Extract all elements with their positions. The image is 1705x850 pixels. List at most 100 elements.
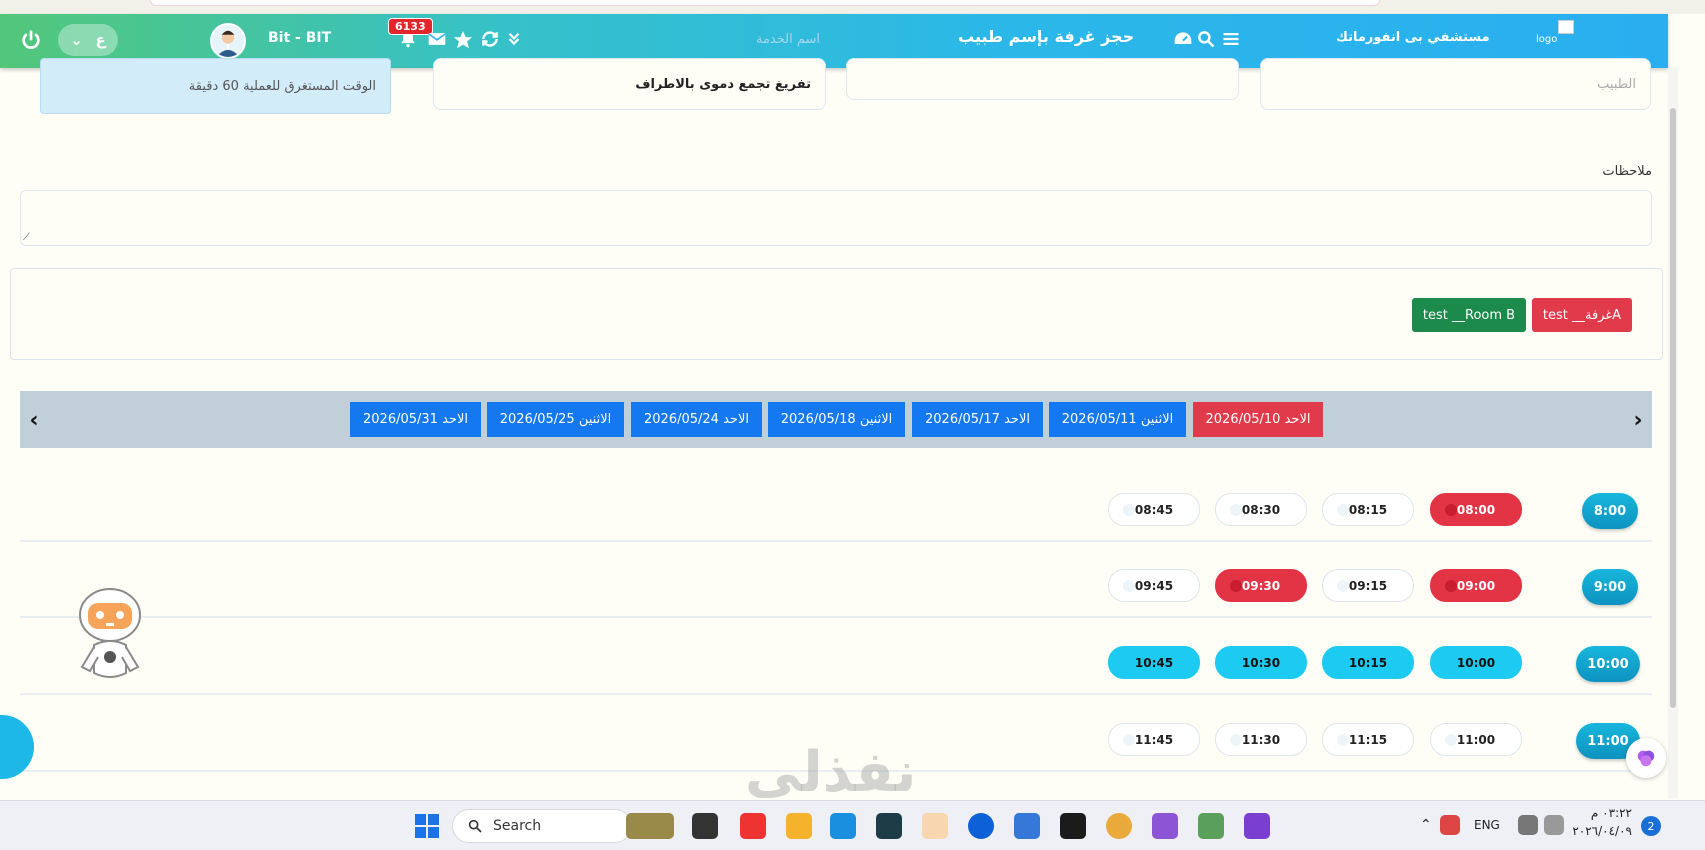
paint-icon[interactable]	[922, 813, 948, 839]
radio-icon	[1230, 734, 1242, 746]
menu-icon[interactable]	[1222, 29, 1244, 51]
double-chevron-down-icon[interactable]	[505, 29, 527, 51]
radio-icon	[1123, 580, 1135, 592]
search-icon[interactable]	[1196, 29, 1218, 51]
tray-chevron-up-icon[interactable]: ⌃	[1420, 817, 1432, 833]
time-slot[interactable]: 08:45	[1108, 493, 1200, 526]
date-button[interactable]: الاحد 2026/05/31	[350, 402, 481, 437]
chevron-left-icon[interactable]: ‹	[23, 408, 45, 433]
windows-start-icon[interactable]	[414, 813, 440, 839]
radio-icon	[1337, 504, 1349, 516]
tray-date[interactable]: ٢٠٢٦/٠٤/٠٩	[1572, 824, 1632, 838]
blank-field[interactable]	[846, 58, 1239, 100]
time-slot[interactable]: 08:30	[1215, 493, 1307, 526]
time-slot[interactable]: 10:45	[1108, 646, 1200, 679]
dashboard-icon[interactable]	[1172, 29, 1194, 51]
hour-label: 9:00	[1582, 569, 1638, 605]
user-name[interactable]: Bit - BIT	[268, 30, 331, 46]
date-button[interactable]: الاثنين 2026/05/18	[768, 402, 905, 437]
date-button[interactable]: الاحد 2026/05/24	[631, 402, 762, 437]
language-label: ع	[95, 31, 106, 49]
refresh-icon[interactable]	[480, 29, 502, 51]
time-slot[interactable]: 08:15	[1322, 493, 1414, 526]
task-view-icon[interactable]	[692, 813, 718, 839]
visual-studio-icon[interactable]	[1152, 813, 1178, 839]
row-divider	[20, 540, 1652, 542]
sync-icon[interactable]	[1440, 815, 1460, 835]
date-button[interactable]: الاثنين 2026/05/11	[1049, 402, 1186, 437]
vscode-icon[interactable]	[830, 813, 856, 839]
chart-app-icon[interactable]	[1198, 813, 1224, 839]
anydesk-icon[interactable]	[740, 813, 766, 839]
tray-notification-count[interactable]: 2	[1641, 816, 1661, 836]
time-slot-label: 10:15	[1348, 655, 1388, 670]
language-switch[interactable]: ⌄ ع	[58, 24, 118, 56]
power-icon[interactable]	[20, 29, 44, 53]
hour-label: 10:00	[1576, 646, 1640, 682]
date-button[interactable]: الاحد 2026/05/10	[1193, 402, 1323, 437]
time-slot-label: 10:00	[1456, 655, 1496, 670]
robot-assistant-icon[interactable]	[60, 575, 160, 685]
scrollbar-thumb[interactable]	[1670, 108, 1676, 708]
notes-label: ملاحظات	[1602, 164, 1652, 179]
time-slot[interactable]: 11:45	[1108, 723, 1200, 756]
time-slot[interactable]: 11:30	[1215, 723, 1307, 756]
avatar[interactable]	[210, 23, 246, 59]
brain-icon[interactable]	[1626, 738, 1666, 778]
date-button[interactable]: الاثنين 2026/05/25	[487, 402, 624, 437]
teamviewer-icon[interactable]	[968, 813, 994, 839]
time-slot-label: 08:00	[1456, 502, 1496, 517]
tray-time[interactable]: ٠٣:٢٢ م	[1572, 806, 1632, 820]
doctor-field[interactable]: الطبيب	[1260, 58, 1651, 110]
time-slot[interactable]: 10:00	[1430, 646, 1522, 679]
time-slot[interactable]: 09:00	[1430, 569, 1522, 602]
radio-icon	[1445, 504, 1457, 516]
top-strip	[0, 0, 1705, 14]
logo[interactable]: logo	[1536, 20, 1576, 60]
time-slot[interactable]: 09:30	[1215, 569, 1307, 602]
row-divider	[20, 616, 1652, 618]
sticky-notes-icon[interactable]	[1060, 813, 1086, 839]
radio-icon	[1123, 734, 1135, 746]
taskbar-search-label: Search	[493, 818, 542, 834]
tray-language[interactable]: ENG	[1474, 818, 1500, 832]
time-slot[interactable]: 09:15	[1322, 569, 1414, 602]
time-slot[interactable]: 08:00	[1430, 493, 1522, 526]
row-divider	[20, 693, 1652, 695]
date-button[interactable]: الاحد 2026/05/17	[912, 402, 1043, 437]
mail-icon[interactable]	[426, 29, 448, 51]
widgets-icon[interactable]	[626, 813, 674, 839]
time-slot[interactable]: 11:15	[1322, 723, 1414, 756]
notes-textarea[interactable]: ⟋	[20, 190, 1652, 246]
watermark: نفذلي	[745, 740, 917, 805]
terminal-icon[interactable]	[876, 813, 902, 839]
network-icon[interactable]	[1518, 815, 1538, 835]
time-slot-label: 10:30	[1241, 655, 1281, 670]
time-slot-label: 09:00	[1456, 578, 1496, 593]
service-field[interactable]: تفريغ تجمع دموى بالاطراف	[433, 58, 826, 110]
time-slot[interactable]: 10:15	[1322, 646, 1414, 679]
taskbar-search[interactable]: Search	[452, 809, 632, 843]
service-search-placeholder[interactable]: اسم الخدمة	[756, 32, 820, 47]
radio-icon	[1445, 734, 1457, 746]
database-icon[interactable]	[1014, 813, 1040, 839]
resize-handle-icon[interactable]: ⟋	[23, 232, 30, 243]
time-slot[interactable]: 11:00	[1430, 723, 1522, 756]
star-icon[interactable]	[452, 29, 474, 51]
room-button-b[interactable]: test __Room B	[1412, 298, 1526, 332]
file-explorer-icon[interactable]	[786, 813, 812, 839]
time-slot[interactable]: 10:30	[1215, 646, 1307, 679]
time-slot-label: 09:30	[1241, 578, 1281, 593]
chevron-right-icon[interactable]: ›	[1627, 408, 1649, 433]
radio-icon	[1337, 734, 1349, 746]
volume-muted-icon[interactable]	[1544, 815, 1564, 835]
room-button-a[interactable]: test __غرفةA	[1532, 298, 1632, 332]
chrome-icon[interactable]	[1106, 813, 1132, 839]
radio-icon	[1123, 657, 1135, 669]
scrollbar[interactable]	[1668, 68, 1678, 798]
time-slot-label: 11:45	[1134, 732, 1174, 747]
time-slot-label: 08:30	[1241, 502, 1281, 517]
visual-studio-2-icon[interactable]	[1244, 813, 1270, 839]
broken-image-icon	[1558, 20, 1574, 34]
time-slot[interactable]: 09:45	[1108, 569, 1200, 602]
